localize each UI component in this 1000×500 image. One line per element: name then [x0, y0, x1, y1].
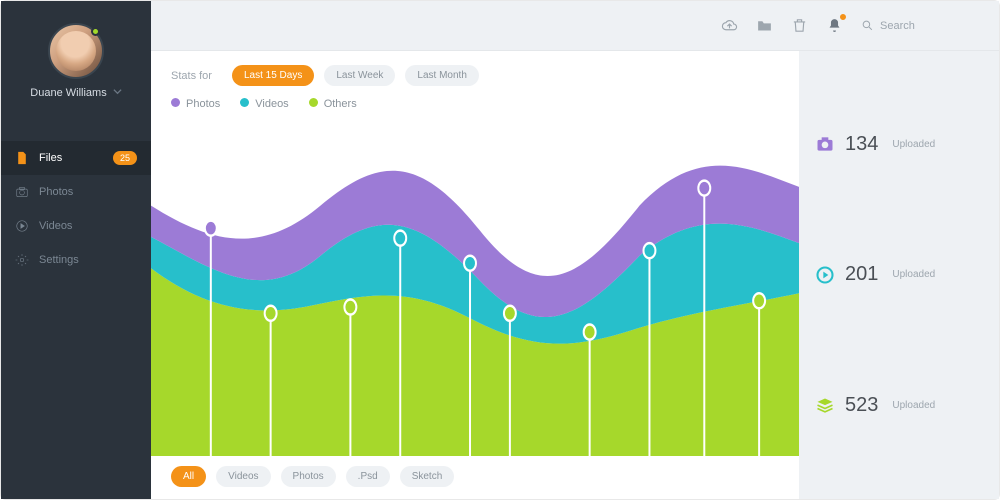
sidebar-item-settings[interactable]: Settings [1, 243, 151, 277]
play-icon [815, 265, 835, 285]
legend-item-photos: Photos [171, 98, 220, 110]
sidebar-item-videos[interactable]: Videos [1, 209, 151, 243]
stat-value: 523 [845, 394, 878, 417]
gear-icon [15, 253, 29, 267]
stat-videos: 201 Uploaded [815, 263, 983, 286]
area-chart [151, 118, 799, 456]
topbar [151, 1, 999, 51]
main: Stats for Last 15 Days Last Week Last Mo… [151, 1, 999, 499]
stat-value: 201 [845, 263, 878, 286]
sidebar-item-label: Videos [39, 220, 72, 232]
file-icon [15, 151, 29, 165]
stat-label: Uploaded [892, 400, 935, 411]
sidebar-item-label: Files [39, 152, 62, 164]
search-icon [861, 19, 874, 32]
bell-badge [839, 13, 847, 21]
avatar[interactable] [48, 23, 104, 79]
nav: Files 25 Photos Videos Settings [1, 141, 151, 277]
camera-icon [15, 185, 29, 199]
filter-photos[interactable]: Photos [281, 466, 336, 487]
range-last-week[interactable]: Last Week [324, 65, 395, 86]
user-block: Duane Williams [1, 1, 151, 113]
sidebar-item-photos[interactable]: Photos [1, 175, 151, 209]
trash-icon[interactable] [791, 17, 808, 34]
stats-range-row: Stats for Last 15 Days Last Week Last Mo… [151, 65, 799, 98]
sidebar-item-files[interactable]: Files 25 [1, 141, 151, 175]
stat-photos: 134 Uploaded [815, 133, 983, 156]
bell-icon[interactable] [826, 17, 843, 34]
filter-videos[interactable]: Videos [216, 466, 270, 487]
user-menu[interactable]: Duane Williams [30, 87, 121, 99]
stat-others: 523 Uploaded [815, 394, 983, 417]
legend-item-videos: Videos [240, 98, 288, 110]
status-dot [91, 27, 100, 36]
filter-all[interactable]: All [171, 466, 206, 487]
sidebar: Duane Williams Files 25 Photos [1, 1, 151, 499]
filter-psd[interactable]: .Psd [346, 466, 390, 487]
legend-item-others: Others [309, 98, 357, 110]
content: Stats for Last 15 Days Last Week Last Mo… [151, 51, 999, 499]
stat-label: Uploaded [892, 139, 935, 150]
legend-dot [240, 98, 249, 107]
filter-row: All Videos Photos .Psd Sketch [151, 456, 799, 487]
stat-value: 134 [845, 133, 878, 156]
play-icon [15, 219, 29, 233]
cloud-upload-icon[interactable] [721, 17, 738, 34]
camera-icon [815, 134, 835, 154]
legend: Photos Videos Others [151, 98, 799, 118]
legend-dot [171, 98, 180, 107]
search[interactable] [861, 19, 981, 32]
stats-for-label: Stats for [171, 70, 212, 82]
sidebar-item-label: Photos [39, 186, 73, 198]
legend-dot [309, 98, 318, 107]
right-stats-panel: 134 Uploaded 201 Uploaded 523 Uploaded [799, 51, 999, 499]
sidebar-item-label: Settings [39, 254, 79, 266]
chart-column: Stats for Last 15 Days Last Week Last Mo… [151, 51, 799, 499]
filter-sketch[interactable]: Sketch [400, 466, 455, 487]
search-input[interactable] [880, 20, 970, 32]
files-badge: 25 [113, 151, 137, 165]
user-name: Duane Williams [30, 87, 106, 99]
chevron-down-icon [113, 87, 122, 99]
layers-icon [815, 396, 835, 416]
stat-label: Uploaded [892, 269, 935, 280]
folder-icon[interactable] [756, 17, 773, 34]
range-last-15-days[interactable]: Last 15 Days [232, 65, 314, 86]
range-last-month[interactable]: Last Month [405, 65, 478, 86]
